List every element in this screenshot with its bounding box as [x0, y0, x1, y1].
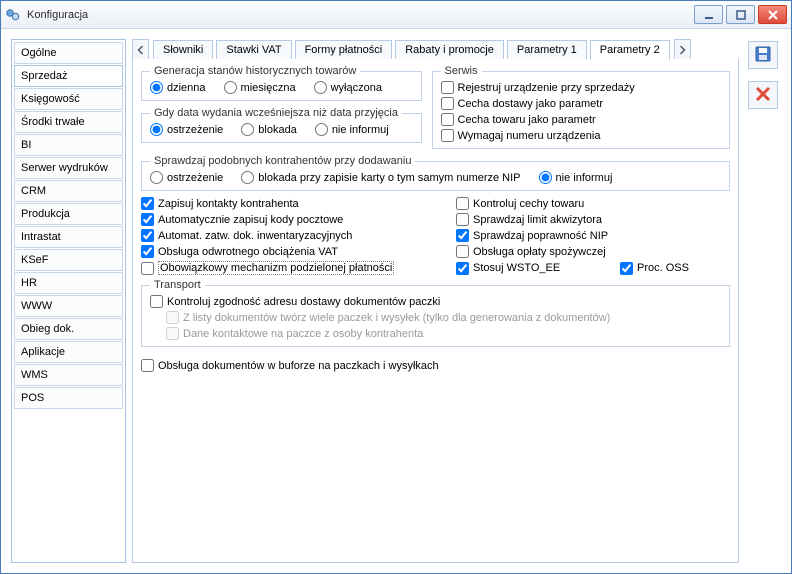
sidebar-item-srodki-trwale[interactable]: Środki trwałe [14, 111, 123, 133]
radio-nieinformuj-data[interactable]: nie informuj [315, 123, 389, 136]
group-serwis: Serwis Rejestruj urządzenie przy sprzeda… [432, 65, 731, 149]
sidebar: Ogólne Sprzedaż Księgowość Środki trwałe… [11, 39, 126, 563]
sidebar-item-crm[interactable]: CRM [14, 180, 123, 202]
save-icon [754, 45, 772, 66]
chk-oplata-spozywcza[interactable]: Obsługa opłaty spożywczej [456, 245, 606, 258]
group-gdy-data: Gdy data wydania wcześniejsza niż data p… [141, 107, 422, 143]
group-transport: Transport Kontroluj zgodność adresu dost… [141, 279, 730, 347]
sidebar-item-bi[interactable]: BI [14, 134, 123, 156]
chk-sprawdzaj-limit[interactable]: Sprawdzaj limit akwizytora [456, 213, 606, 226]
tab-slowniki[interactable]: Słowniki [153, 40, 213, 60]
tab-scroll-right[interactable] [674, 39, 691, 60]
chk-rejestruj-urzadzenie[interactable]: Rejestruj urządzenie przy sprzedaży [441, 81, 722, 94]
tab-stawki-vat[interactable]: Stawki VAT [216, 40, 291, 60]
chk-automat-zatw[interactable]: Automat. zatw. dok. inwentaryzacyjnych [141, 229, 442, 242]
radio-ostrzezenie-data[interactable]: ostrzeżenie [150, 123, 223, 136]
radio-dzienna[interactable]: dzienna [150, 81, 206, 94]
group-sprawdzaj-legend: Sprawdzaj podobnych kontrahentów przy do… [150, 155, 415, 167]
sidebar-item-intrastat[interactable]: Intrastat [14, 226, 123, 248]
group-generacja-legend: Generacja stanów historycznych towarów [150, 65, 360, 77]
chk-zapisuj-kontakty[interactable]: Zapisuj kontakty kontrahenta [141, 197, 442, 210]
sidebar-item-hr[interactable]: HR [14, 272, 123, 294]
tab-content: Generacja stanów historycznych towarów d… [132, 59, 739, 563]
chk-dane-kontaktowe-paczka: Dane kontaktowe na paczce z osoby kontra… [150, 327, 721, 340]
group-sprawdzaj: Sprawdzaj podobnych kontrahentów przy do… [141, 155, 730, 191]
group-generacja: Generacja stanów historycznych towarów d… [141, 65, 422, 101]
sidebar-item-sprzedaz[interactable]: Sprzedaż [14, 65, 123, 87]
sidebar-item-ksef[interactable]: KSeF [14, 249, 123, 271]
close-icon [755, 86, 771, 105]
radio-ostrzezenie-kontrahent[interactable]: ostrzeżenie [150, 171, 223, 184]
chk-odwrotne-obciazenie[interactable]: Obsługa odwrotnego obciążenia VAT [141, 245, 442, 258]
chk-cecha-dostawy[interactable]: Cecha dostawy jako parametr [441, 97, 722, 110]
sidebar-item-serwer-wydrukow[interactable]: Serwer wydruków [14, 157, 123, 179]
sidebar-item-ksiegowosc[interactable]: Księgowość [14, 88, 123, 110]
titlebar: Konfiguracja [1, 1, 791, 29]
sidebar-item-produkcja[interactable]: Produkcja [14, 203, 123, 225]
radio-blokada-nip[interactable]: blokada przy zapisie karty o tym samym n… [241, 171, 520, 184]
tab-parametry-1[interactable]: Parametry 1 [507, 40, 587, 60]
tab-scroll-left[interactable] [132, 39, 149, 60]
maximize-button[interactable] [726, 5, 755, 24]
tab-formy-platnosci[interactable]: Formy płatności [295, 40, 393, 60]
chk-auto-kody-pocztowe[interactable]: Automatycznie zapisuj kody pocztowe [141, 213, 442, 226]
save-button[interactable] [748, 41, 778, 69]
sidebar-item-obieg-dok[interactable]: Obieg dok. [14, 318, 123, 340]
sidebar-item-aplikacje[interactable]: Aplikacje [14, 341, 123, 363]
chk-wsto-ee[interactable]: Stosuj WSTO_EE [456, 261, 606, 275]
chk-wiele-paczek: Z listy dokumentów twórz wiele paczek i … [150, 311, 721, 324]
sidebar-item-www[interactable]: WWW [14, 295, 123, 317]
group-gdy-data-legend: Gdy data wydania wcześniejsza niż data p… [150, 107, 402, 119]
chk-podzielona-platnosc[interactable]: Obowiązkowy mechanizm podzielonej płatno… [141, 261, 442, 275]
radio-miesieczna[interactable]: miesięczna [224, 81, 296, 94]
cancel-button[interactable] [748, 81, 778, 109]
window: Konfiguracja Ogólne Sprzedaż Księgowość … [0, 0, 792, 574]
chk-kontroluj-adres-dostawy[interactable]: Kontroluj zgodność adresu dostawy dokume… [150, 295, 721, 308]
tab-rabaty[interactable]: Rabaty i promocje [395, 40, 504, 60]
chk-cecha-towaru[interactable]: Cecha towaru jako parametr [441, 113, 722, 126]
radio-wylaczona[interactable]: wyłączona [314, 81, 382, 94]
chk-kontroluj-cechy[interactable]: Kontroluj cechy towaru [456, 197, 606, 210]
chk-wymagaj-numeru[interactable]: Wymagaj numeru urządzenia [441, 129, 722, 142]
chk-bufor-paczki[interactable]: Obsługa dokumentów w buforze na paczkach… [141, 359, 439, 372]
group-serwis-legend: Serwis [441, 65, 482, 77]
sidebar-item-ogolne[interactable]: Ogólne [14, 42, 123, 64]
chk-sprawdzaj-nip[interactable]: Sprawdzaj poprawność NIP [456, 229, 606, 242]
tab-parametry-2[interactable]: Parametry 2 [590, 40, 670, 60]
radio-blokada-data[interactable]: blokada [241, 123, 297, 136]
sidebar-item-wms[interactable]: WMS [14, 364, 123, 386]
close-button[interactable] [758, 5, 787, 24]
window-title: Konfiguracja [27, 9, 694, 21]
app-icon [5, 7, 21, 23]
radio-nieinformuj-kontrahent[interactable]: nie informuj [539, 171, 613, 184]
sidebar-item-pos[interactable]: POS [14, 387, 123, 409]
chk-proc-oss[interactable]: Proc. OSS [620, 261, 730, 275]
minimize-button[interactable] [694, 5, 723, 24]
group-transport-legend: Transport [150, 279, 205, 291]
